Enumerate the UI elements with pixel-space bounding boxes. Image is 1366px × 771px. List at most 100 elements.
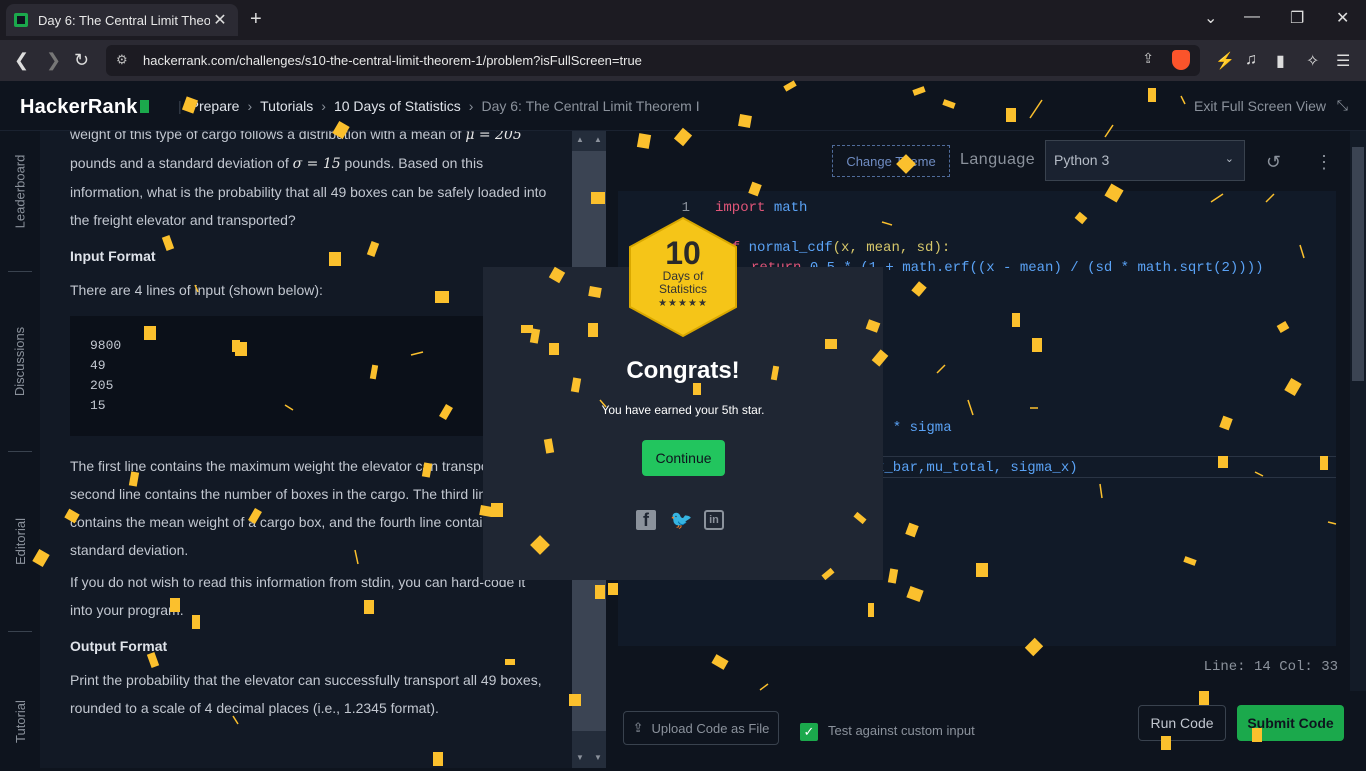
run-code-button[interactable]: Run Code bbox=[1138, 705, 1226, 741]
tab-editorial-label: Editorial bbox=[12, 517, 28, 565]
brave-shields-icon[interactable] bbox=[1172, 50, 1190, 70]
breadcrumb-separator-icon: › bbox=[247, 98, 253, 114]
text: rounded to a scale of 4 decimal places (… bbox=[70, 700, 439, 716]
tab-tutorial[interactable]: Tutorial bbox=[4, 671, 36, 771]
line-number: 1 bbox=[681, 200, 690, 216]
upload-code-button[interactable]: ⇪ Upload Code as File bbox=[623, 711, 779, 745]
sidebar-icon[interactable]: ▮ bbox=[1276, 51, 1285, 71]
expression: x_bar,mu_total, sigma_x) bbox=[876, 460, 1078, 476]
reload-icon[interactable]: ↻ bbox=[74, 50, 89, 71]
input-description: The first line contains the maximum weig… bbox=[70, 452, 550, 564]
text: If you do not wish to read this informat… bbox=[70, 574, 526, 590]
site-info-icon[interactable]: ⚙ bbox=[116, 52, 128, 68]
upload-label: Upload Code as File bbox=[651, 720, 770, 736]
change-theme-button[interactable]: Change Theme bbox=[832, 145, 950, 177]
tab-discussions[interactable]: Discussions bbox=[4, 311, 36, 411]
tab-close-icon[interactable]: ✕ bbox=[210, 10, 230, 30]
breadcrumb-divider: | bbox=[178, 98, 182, 114]
browser-tab[interactable]: Day 6: The Central Limit Theore ✕ bbox=[6, 4, 238, 36]
address-bar[interactable]: ⚙ hackerrank.com/challenges/s10-the-cent… bbox=[106, 45, 1200, 76]
code-line: x_bar,mu_total, sigma_x) bbox=[876, 460, 1078, 480]
back-icon[interactable]: ❮ bbox=[14, 50, 29, 71]
text: pounds. Based on this bbox=[344, 155, 484, 171]
restore-icon[interactable]: ❐ bbox=[1290, 8, 1304, 28]
text: standard deviation. bbox=[70, 542, 189, 558]
editor-footer: ⇪ Upload Code as File ✓ Test against cus… bbox=[606, 691, 1366, 768]
editor-scrollbar[interactable] bbox=[1350, 131, 1366, 768]
tab-title: Day 6: The Central Limit Theore bbox=[38, 12, 210, 28]
window-close-icon[interactable]: ✕ bbox=[1336, 8, 1349, 28]
breadcrumb-prepare[interactable]: Prepare bbox=[190, 98, 240, 114]
social-share: f 🐦 in bbox=[636, 510, 724, 530]
collapse-icon[interactable]: ⤡ bbox=[1337, 97, 1348, 114]
text: Print the probability that the elevator … bbox=[70, 672, 542, 688]
more-options-icon[interactable]: ⋮ bbox=[1315, 152, 1333, 173]
twitter-icon[interactable]: 🐦 bbox=[670, 510, 692, 530]
side-tabs: Leaderboard Discussions Editorial Tutori… bbox=[0, 131, 40, 768]
browser-tab-bar: Day 6: The Central Limit Theore ✕ + ⌄ — … bbox=[0, 0, 1366, 40]
share-icon[interactable]: ⇪ bbox=[1142, 50, 1154, 67]
facebook-icon[interactable]: f bbox=[636, 510, 656, 530]
tab-leaderboard-label: Leaderboard bbox=[12, 154, 28, 228]
tab-leaderboard[interactable]: Leaderboard bbox=[4, 141, 36, 241]
extension-icon[interactable]: ⚡ bbox=[1215, 51, 1235, 71]
scroll-thumb[interactable] bbox=[1352, 147, 1364, 381]
text: The first line contains the maximum weig… bbox=[70, 458, 529, 474]
language-select[interactable]: Python 3 ⌄ bbox=[1045, 140, 1245, 181]
tab-editorial[interactable]: Editorial bbox=[4, 491, 36, 591]
breadcrumb-separator-icon: › bbox=[468, 98, 474, 114]
language-value: Python 3 bbox=[1054, 152, 1110, 168]
breadcrumb-separator-icon: › bbox=[321, 98, 326, 114]
hackerrank-favicon-icon bbox=[14, 13, 28, 27]
expression: ) * sigma bbox=[876, 420, 952, 436]
sigma-math: σ = 15 bbox=[292, 156, 341, 172]
submit-code-button[interactable]: Submit Code bbox=[1237, 705, 1344, 741]
divider bbox=[8, 271, 32, 272]
text: contains the mean weight of a cargo box,… bbox=[70, 514, 516, 530]
mu-math: μ = 205 bbox=[465, 131, 522, 143]
url-text: hackerrank.com/challenges/s10-the-centra… bbox=[143, 53, 642, 68]
badge-number: 10 bbox=[665, 235, 701, 271]
breadcrumb-tutorials[interactable]: Tutorials bbox=[260, 98, 313, 114]
editor-toolbar: Change Theme Language Python 3 ⌄ ↺ ⋮ bbox=[606, 131, 1366, 191]
browser-toolbar: ❮ ❯ ↻ ⚙ hackerrank.com/challenges/s10-th… bbox=[0, 40, 1366, 81]
linkedin-icon[interactable]: in bbox=[704, 510, 724, 530]
output-format-heading: Output Format bbox=[70, 638, 168, 654]
divider bbox=[8, 451, 32, 452]
scroll-up-icon[interactable]: ▲ bbox=[576, 135, 584, 144]
minimize-icon[interactable]: — bbox=[1244, 8, 1260, 26]
breadcrumb-10-days[interactable]: 10 Days of Statistics bbox=[334, 98, 461, 114]
sample-input-line: 49 bbox=[90, 358, 106, 373]
menu-icon[interactable]: ☰ bbox=[1336, 51, 1350, 71]
custom-input-checkbox[interactable]: ✓ bbox=[800, 723, 818, 741]
reset-code-icon[interactable]: ↺ bbox=[1266, 152, 1281, 173]
scroll-up-icon[interactable]: ▲ bbox=[594, 135, 602, 144]
scroll-down-icon[interactable]: ▼ bbox=[576, 753, 584, 762]
forward-icon[interactable]: ❯ bbox=[46, 50, 61, 71]
language-label: Language bbox=[960, 151, 1036, 168]
custom-input-label[interactable]: Test against custom input bbox=[828, 723, 975, 738]
leo-ai-icon[interactable]: ✧ bbox=[1306, 51, 1319, 71]
sample-input-line: 205 bbox=[90, 378, 114, 393]
badge-label: 10 Days of Statistics ★★★★★ bbox=[628, 236, 738, 309]
code-line: ) * sigma bbox=[876, 420, 952, 440]
params: (x, mean, sd): bbox=[832, 240, 951, 256]
code-line: def normal_cdf(x, mean, sd): bbox=[715, 240, 950, 260]
chevron-down-icon: ⌄ bbox=[1224, 153, 1234, 165]
continue-button[interactable]: Continue bbox=[642, 440, 725, 476]
upload-icon: ⇪ bbox=[632, 720, 644, 735]
hackerrank-logo[interactable]: HackerRank bbox=[20, 96, 149, 119]
tab-tutorial-label: Tutorial bbox=[12, 699, 28, 743]
scroll-down-icon[interactable]: ▼ bbox=[594, 753, 602, 762]
new-tab-icon[interactable]: + bbox=[250, 8, 262, 31]
text: information, what is the probability tha… bbox=[70, 184, 547, 200]
input-format-text: There are 4 lines of input (shown below)… bbox=[70, 282, 323, 298]
text: the freight elevator and transported? bbox=[70, 212, 296, 228]
stdin-note: If you do not wish to read this informat… bbox=[70, 568, 550, 624]
media-icon[interactable]: ♫ bbox=[1245, 51, 1257, 69]
exit-full-screen-link[interactable]: Exit Full Screen View bbox=[1194, 98, 1326, 114]
tab-list-chevron-icon[interactable]: ⌄ bbox=[1204, 8, 1217, 28]
tab-discussions-label: Discussions bbox=[12, 326, 28, 396]
identifier: math bbox=[765, 200, 808, 216]
function-name: normal_cdf bbox=[740, 240, 833, 256]
